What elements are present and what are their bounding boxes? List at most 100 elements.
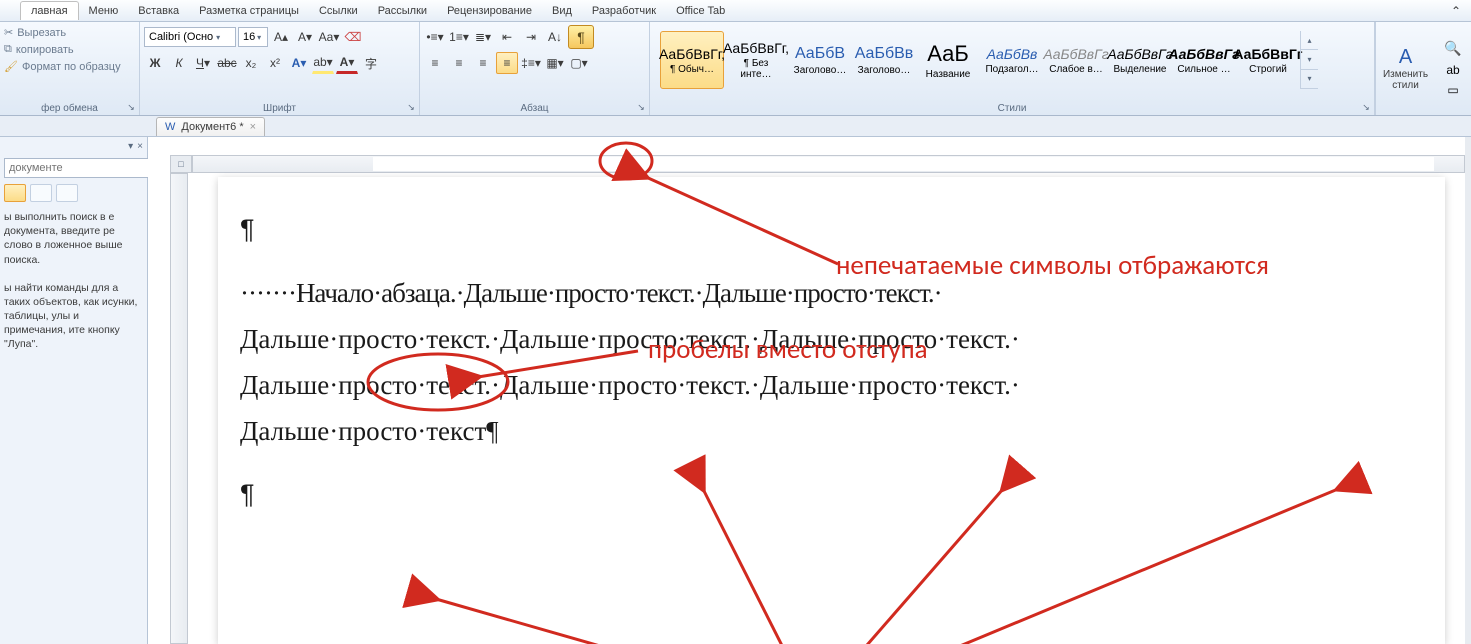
align-left-button[interactable]: ≡ [424,52,446,74]
tab-mailings[interactable]: Рассылки [368,2,437,20]
style-item[interactable]: АаБбВЗаголово… [788,31,852,89]
decrease-indent-button[interactable]: ⇤ [496,26,518,48]
find-icon[interactable]: 🔍 [1444,40,1461,57]
nav-help-text: ы выполнить поиск в е документа, введите… [4,210,143,267]
close-icon[interactable]: × [137,141,143,152]
style-item[interactable]: АаБ Название [916,31,980,89]
multilevel-button[interactable]: ≣▾ [472,26,494,48]
italic-button[interactable]: К [168,52,190,74]
align-right-button[interactable]: ≡ [472,52,494,74]
tab-menu[interactable]: Меню [79,2,129,20]
tab-view[interactable]: Вид [542,2,582,20]
style-sample: АаБбВв [855,45,914,63]
grow-font-button[interactable]: A▴ [270,26,292,48]
select-icon[interactable]: ▭ [1447,83,1458,97]
dropdown-icon[interactable]: ▾ [128,141,133,152]
style-item[interactable]: АаБбВвГг,¶ Обыч… [660,31,724,89]
style-item[interactable]: АаБбВвГгСтрогий [1236,31,1300,89]
group-styles: АаБбВвГг,¶ Обыч…АаБбВвГг,¶ Без инте…АаБб… [650,22,1375,115]
line-spacing-button[interactable]: ‡≡▾ [520,52,542,74]
borders-button[interactable]: ▢▾ [568,52,590,74]
show-hide-pilcrow-button[interactable]: ¶ [568,25,594,49]
style-item[interactable]: АаБбВвПодзагол… [980,31,1044,89]
replace-icon[interactable]: ab [1446,63,1459,77]
font-size-combo[interactable]: 16▾ [238,27,268,47]
dialog-launcher-icon[interactable]: ↘ [635,102,647,114]
tab-office-tab[interactable]: Office Tab [666,2,735,20]
style-item[interactable]: АаБбВвГгВыделение [1108,31,1172,89]
style-sample: АаБбВвГг, [659,46,725,62]
bullets-button[interactable]: •≡▾ [424,26,446,48]
group-paragraph: •≡▾ 1≡▾ ≣▾ ⇤ ⇥ A↓ ¶ ≡ ≡ ≡ ≡ ‡≡▾ ▦▾ ▢▾ Аб… [420,22,650,115]
document-tab-label: Документ6 * [181,121,243,133]
gallery-more[interactable]: ▴▾▾ [1300,31,1318,89]
tab-references[interactable]: Ссылки [309,2,368,20]
text-line: ·······Начало·абзаца.·Дальше·просто·текс… [240,271,1423,317]
dialog-launcher-icon[interactable]: ↘ [125,102,137,114]
enclose-char-button[interactable]: 字 [360,52,382,74]
highlight-button[interactable]: ab▾ [312,52,334,74]
shading-button[interactable]: ▦▾ [544,52,566,74]
group-font: Calibri (Осно▾ 16▾ A▴ A▾ Aa▾ ⌫ Ж К Ч▾ ab… [140,22,420,115]
cut-button[interactable]: ✂Вырезать [4,24,135,41]
underline-button[interactable]: Ч▾ [192,52,214,74]
style-sample: АаБбВвГг [1233,46,1302,62]
change-case-button[interactable]: Aa▾ [318,26,340,48]
dialog-launcher-icon[interactable]: ↘ [1360,102,1372,114]
text-effects-button[interactable]: A▾ [288,52,310,74]
change-styles-button[interactable]: A Изменить стили [1375,22,1435,115]
nav-search-input[interactable] [4,158,156,178]
text-line: Дальше·просто·текст.·Дальше·просто·текст… [240,317,1423,363]
tab-review[interactable]: Рецензирование [437,2,542,20]
close-icon[interactable]: × [250,121,256,133]
vertical-ruler[interactable] [170,173,188,644]
text-line: Дальше·просто·текст.·Дальше·просто·текст… [240,363,1423,409]
nav-tab-results[interactable] [56,184,78,202]
superscript-button[interactable]: x² [264,52,286,74]
nav-tab-headings[interactable] [4,184,26,202]
shrink-font-button[interactable]: A▾ [294,26,316,48]
row-up-icon[interactable]: ▴ [1301,31,1318,50]
increase-indent-button[interactable]: ⇥ [520,26,542,48]
style-label: Название [926,69,971,80]
ruler-corner[interactable]: □ [170,155,192,173]
document-body[interactable]: ¶ ·······Начало·абзаца.·Дальше·просто·те… [240,207,1423,518]
style-label: Выделение [1114,64,1167,75]
style-sample: АаБ [927,41,969,67]
minimize-ribbon-icon[interactable]: ⌃ [1441,1,1471,21]
tab-insert[interactable]: Вставка [128,2,189,20]
clear-formatting-button[interactable]: ⌫ [342,26,364,48]
dropdown-icon: ▾ [255,33,263,42]
style-item[interactable]: АаБбВвЗаголово… [852,31,916,89]
style-item[interactable]: АаБбВвГг,¶ Без инте… [724,31,788,89]
justify-button[interactable]: ≡ [496,52,518,74]
font-name-combo[interactable]: Calibri (Осно▾ [144,27,236,47]
text-line: Дальше·просто·текст¶ [240,409,1423,455]
align-center-button[interactable]: ≡ [448,52,470,74]
style-label: Сильное … [1177,64,1230,75]
group-label: Абзац [420,103,649,114]
nav-tab-pages[interactable] [30,184,52,202]
font-color-button[interactable]: A▾ [336,52,358,74]
sort-button[interactable]: A↓ [544,26,566,48]
copy-button[interactable]: ⧉копировать [4,41,135,58]
style-item[interactable]: АаБбВвГгСлабое в… [1044,31,1108,89]
strikethrough-button[interactable]: abc [216,52,238,74]
nav-tabs [4,184,143,202]
tab-page-layout[interactable]: Разметка страницы [189,2,309,20]
style-item[interactable]: АаБбВвГгСильное … [1172,31,1236,89]
format-painter-button[interactable]: 🖌Формат по образцу [4,58,135,75]
row-down-icon[interactable]: ▾ [1301,50,1318,69]
document-page[interactable]: ¶ ·······Начало·абзаца.·Дальше·просто·те… [218,177,1445,644]
dialog-launcher-icon[interactable]: ↘ [405,102,417,114]
expand-icon[interactable]: ▾ [1301,70,1318,89]
numbering-button[interactable]: 1≡▾ [448,26,470,48]
vertical-scrollbar[interactable] [1465,137,1471,644]
subscript-button[interactable]: x₂ [240,52,262,74]
document-tab[interactable]: W Документ6 * × [156,117,265,136]
bold-button[interactable]: Ж [144,52,166,74]
style-label: Слабое в… [1049,64,1103,75]
tab-home[interactable]: лавная [20,1,79,20]
tab-developer[interactable]: Разработчик [582,2,666,20]
horizontal-ruler[interactable] [192,155,1465,173]
